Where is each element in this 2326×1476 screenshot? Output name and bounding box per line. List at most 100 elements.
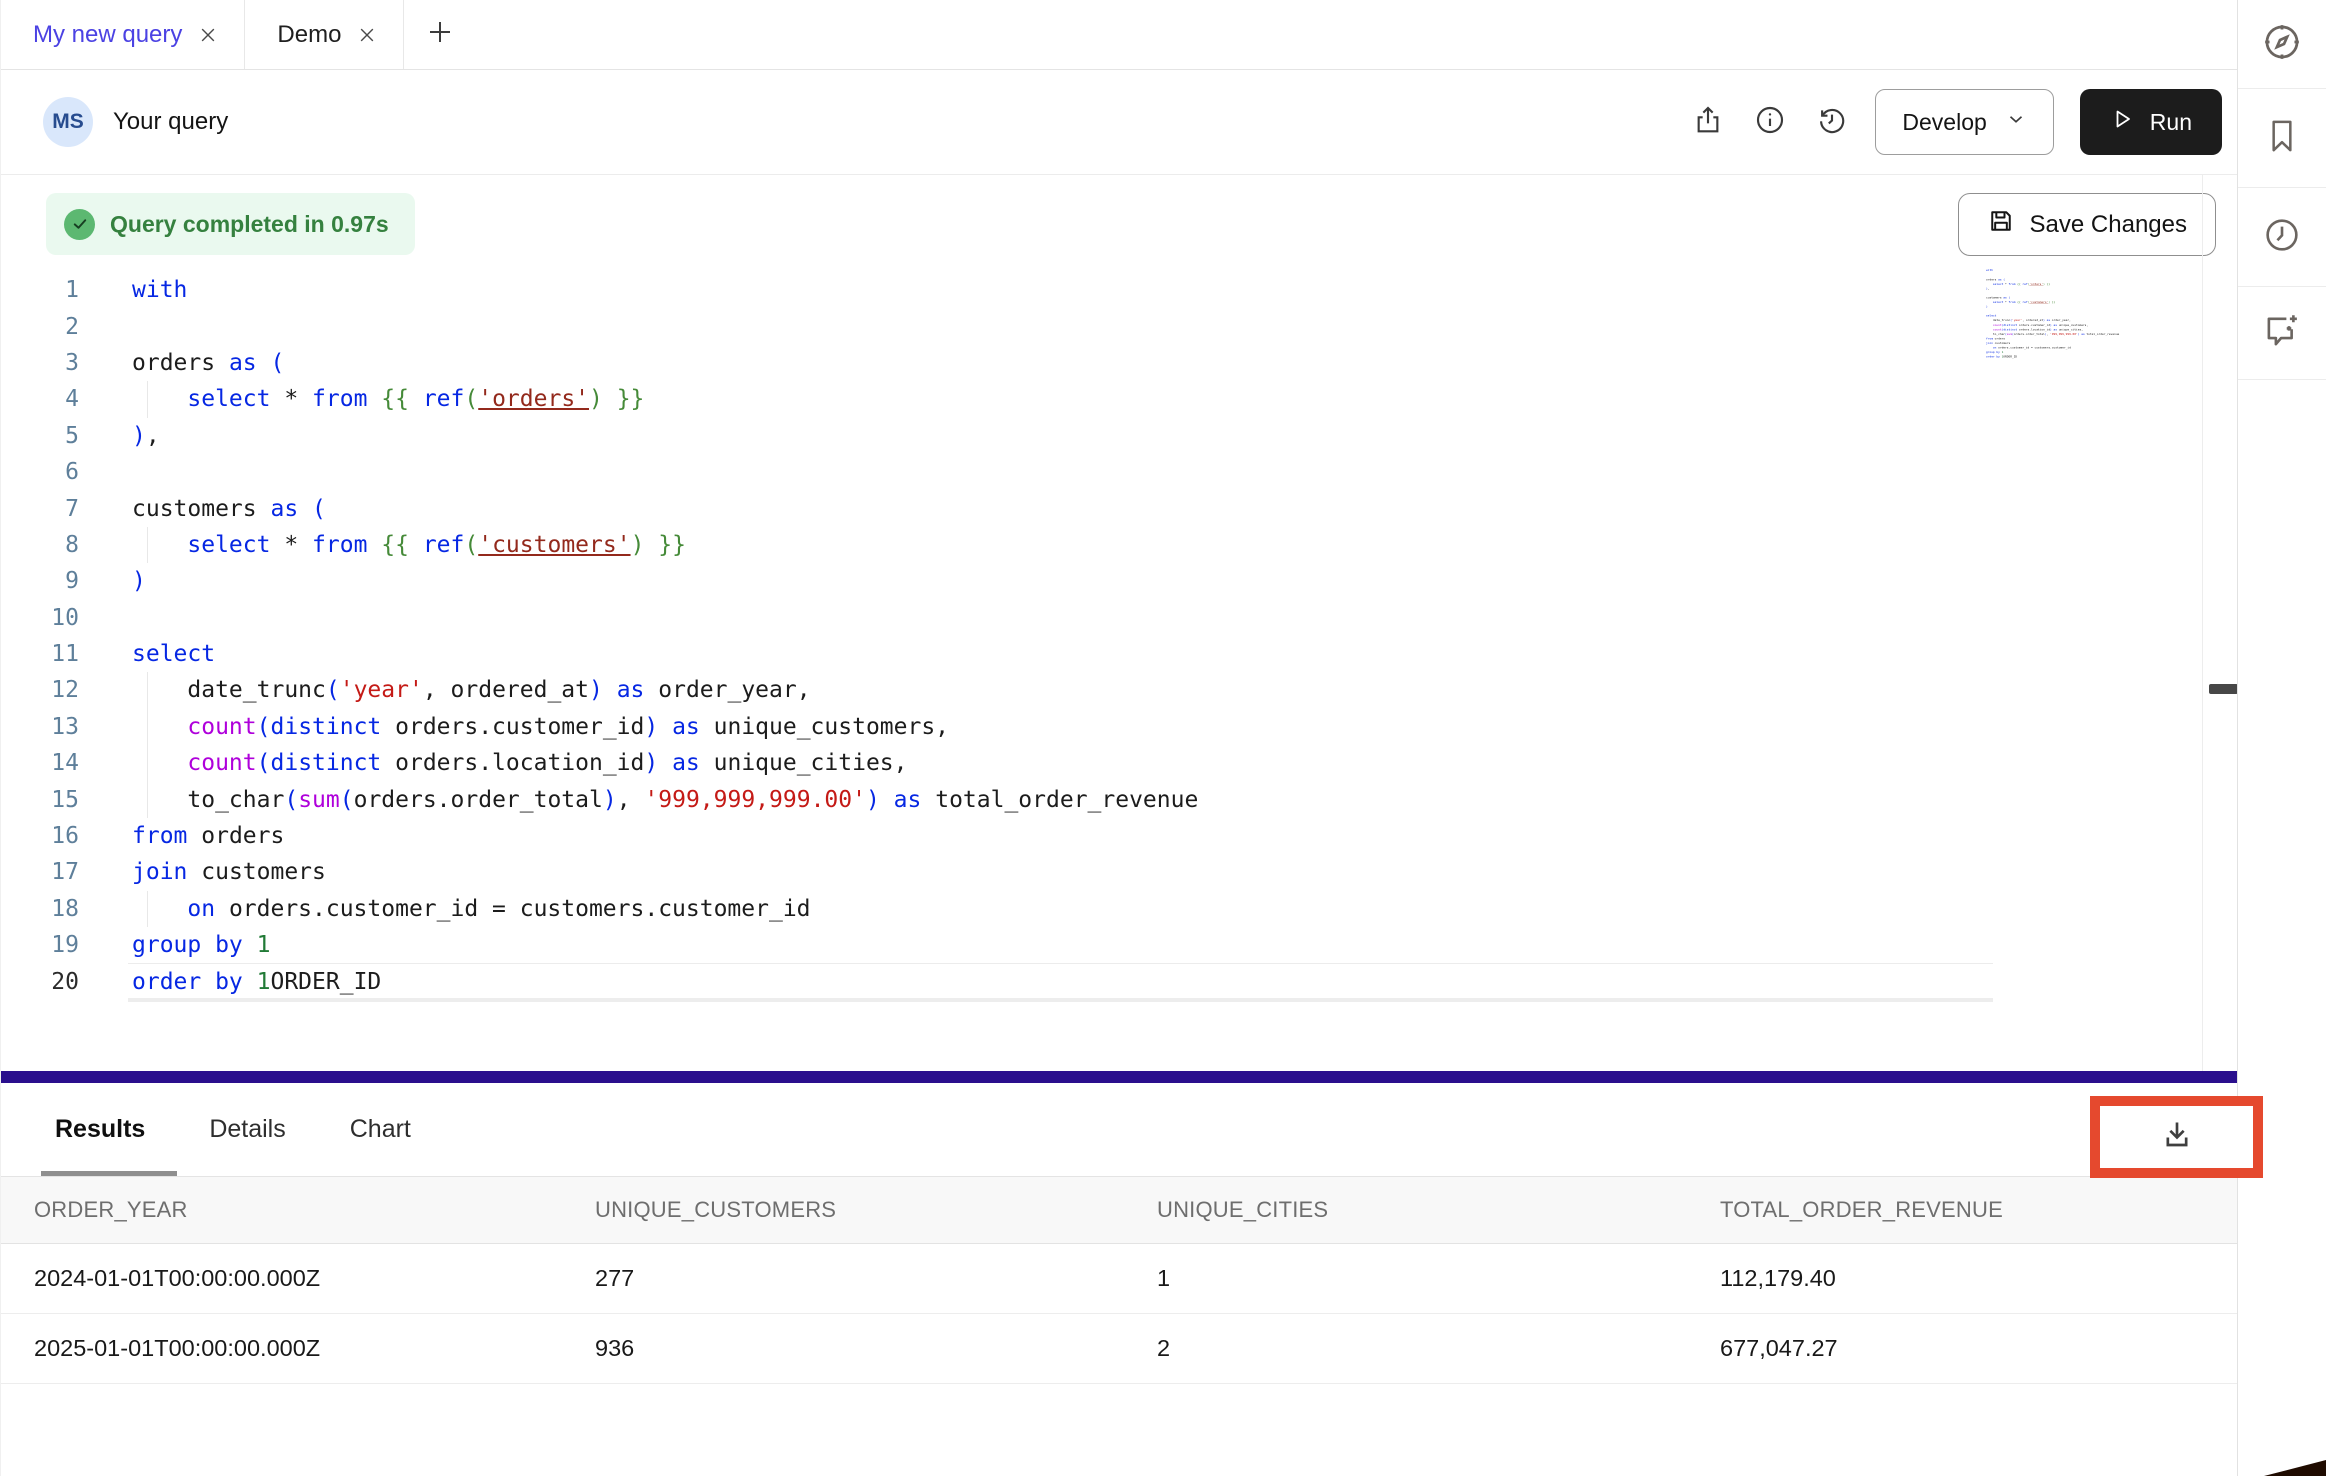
line-number: 2 xyxy=(1,314,79,340)
history-button[interactable] xyxy=(1815,105,1849,139)
tab-label: Demo xyxy=(277,21,341,49)
table-cell: 112,179.40 xyxy=(1720,1265,2238,1292)
play-icon xyxy=(2110,107,2134,137)
status-text: Query completed in 0.97s xyxy=(110,211,389,238)
code-line-17[interactable]: 17join customers xyxy=(1,854,2238,890)
line-content: from orders xyxy=(132,823,284,849)
clock-icon xyxy=(2261,214,2303,261)
tab-my-new-query[interactable]: My new query xyxy=(1,0,245,69)
share-button[interactable] xyxy=(1691,105,1725,139)
scrollbar-handle[interactable] xyxy=(2209,684,2238,694)
table-header-row: ORDER_YEARUNIQUE_CUSTOMERSUNIQUE_CITIEST… xyxy=(1,1177,2238,1244)
bookmark-icon xyxy=(2262,114,2302,163)
new-tab-button[interactable] xyxy=(404,0,476,69)
develop-label: Develop xyxy=(1902,109,1986,136)
code-line-14[interactable]: 14 count(distinct orders.location_id) as… xyxy=(1,745,2238,781)
develop-dropdown[interactable]: Develop xyxy=(1875,89,2053,155)
plus-icon xyxy=(425,17,455,52)
code-line-11[interactable]: 11 select xyxy=(1,636,2238,672)
column-header-unique-cities: UNIQUE_CITIES xyxy=(1157,1197,1720,1223)
line-number: 7 xyxy=(1,496,79,522)
table-cell: 277 xyxy=(595,1265,1157,1292)
line-number: 17 xyxy=(1,859,79,885)
run-button[interactable]: Run xyxy=(2080,89,2222,155)
download-annotation-box[interactable] xyxy=(2090,1096,2263,1178)
code-line-1[interactable]: 1 with xyxy=(1,272,2238,308)
code-line-16[interactable]: 16 from orders xyxy=(1,818,2238,854)
close-icon[interactable] xyxy=(198,25,218,45)
line-content: customers as ( xyxy=(132,496,326,522)
line-content: on orders.customer_id = customers.custom… xyxy=(132,896,811,922)
code-line-10[interactable]: 10 xyxy=(1,600,2238,636)
save-label: Save Changes xyxy=(2030,211,2187,239)
sidebar-item-ai-assistant[interactable] xyxy=(2238,287,2326,380)
line-number: 18 xyxy=(1,896,79,922)
sidebar-item-history[interactable] xyxy=(2238,188,2326,287)
compass-icon xyxy=(2260,20,2304,69)
panel-divider[interactable] xyxy=(1,1071,2238,1083)
code-line-5[interactable]: 5), xyxy=(1,418,2238,454)
line-number: 11 xyxy=(1,641,79,667)
line-number: 15 xyxy=(1,787,79,813)
results-tabs: Results Details Chart xyxy=(1,1083,2238,1176)
tab-demo[interactable]: Demo xyxy=(245,0,404,69)
line-number: 19 xyxy=(1,932,79,958)
close-icon[interactable] xyxy=(357,25,377,45)
table-cell: 2024-01-01T00:00:00.000Z xyxy=(34,1265,595,1292)
line-content: ), xyxy=(132,423,160,449)
save-changes-button[interactable]: Save Changes xyxy=(1958,193,2216,256)
tabs-host: My new query Demo xyxy=(1,0,404,69)
table-row[interactable]: 2025-01-01T00:00:00.000Z9362677,047.27 xyxy=(1,1314,2238,1384)
code-line-3[interactable]: 3orders as ( xyxy=(1,345,2238,381)
code-line-18[interactable]: 18 on orders.customer_id = customers.cus… xyxy=(1,891,2238,927)
run-label: Run xyxy=(2150,109,2192,136)
line-content: orders as ( xyxy=(132,350,284,376)
results-tab-details[interactable]: Details xyxy=(209,1115,285,1144)
tab-bar: My new query Demo xyxy=(1,0,2238,70)
code-area[interactable]: 1with23orders as (4 select * from {{ ref… xyxy=(1,272,2238,1000)
line-number: 4 xyxy=(1,386,79,412)
results-tab-results[interactable]: Results xyxy=(55,1115,145,1144)
code-line-8[interactable]: 8 select * from {{ ref('customers') }} xyxy=(1,527,2238,563)
info-button[interactable] xyxy=(1753,105,1787,139)
results-tab-chart[interactable]: Chart xyxy=(350,1115,411,1144)
sql-editor[interactable]: Query completed in 0.97s Save Changes 1 w… xyxy=(1,175,2238,1071)
code-line-9[interactable]: 9) xyxy=(1,563,2238,599)
line-content: select * from {{ ref('customers') }} xyxy=(132,532,686,558)
line-number: 8 xyxy=(1,532,79,558)
code-line-20[interactable]: 20order by 1ORDER_ID xyxy=(1,963,2238,999)
sidebar-item-explore[interactable] xyxy=(2238,0,2326,89)
status-badge: Query completed in 0.97s xyxy=(46,193,415,255)
table-row[interactable]: 2024-01-01T00:00:00.000Z2771112,179.40 xyxy=(1,1244,2238,1314)
line-number: 13 xyxy=(1,714,79,740)
line-content: with xyxy=(132,277,187,303)
line-number: 10 xyxy=(1,605,79,631)
line-number: 16 xyxy=(1,823,79,849)
column-header-unique-customers: UNIQUE_CUSTOMERS xyxy=(595,1197,1157,1223)
table-cell: 2 xyxy=(1157,1335,1720,1362)
code-line-15[interactable]: 15 to_char(sum(orders.order_total), '999… xyxy=(1,781,2238,817)
code-line-2[interactable]: 2 xyxy=(1,308,2238,344)
download-icon xyxy=(2157,1115,2197,1160)
sidebar-item-bookmarks[interactable] xyxy=(2238,89,2326,188)
check-icon xyxy=(64,209,95,240)
query-header: MS Your query Develop xyxy=(1,70,2238,175)
code-line-6[interactable]: 6 xyxy=(1,454,2238,490)
code-line-19[interactable]: 19group by 1 xyxy=(1,927,2238,963)
line-number: 5 xyxy=(1,423,79,449)
editor-minimap[interactable]: withorders as ( select * from {{ ref('or… xyxy=(1986,268,2164,386)
column-header-total-order-revenue: TOTAL_ORDER_REVENUE xyxy=(1720,1197,2238,1223)
line-number: 1 xyxy=(1,277,79,303)
line-content: select * from {{ ref('orders') }} xyxy=(132,386,644,412)
save-icon xyxy=(1987,207,2015,242)
chevron-down-icon xyxy=(2005,108,2027,136)
code-line-12[interactable]: 12 date_trunc('year', ordered_at) as ord… xyxy=(1,672,2238,708)
editor-divider xyxy=(2202,175,2203,1071)
code-line-4[interactable]: 4 select * from {{ ref('orders') }} xyxy=(1,381,2238,417)
info-icon xyxy=(1754,104,1786,141)
line-content: select xyxy=(132,641,215,667)
code-line-13[interactable]: 13 count(distinct orders.customer_id) as… xyxy=(1,709,2238,745)
line-content: to_char(sum(orders.order_total), '999,99… xyxy=(132,787,1198,813)
line-number: 20 xyxy=(1,969,79,995)
code-line-7[interactable]: 7 customers as ( xyxy=(1,490,2238,526)
